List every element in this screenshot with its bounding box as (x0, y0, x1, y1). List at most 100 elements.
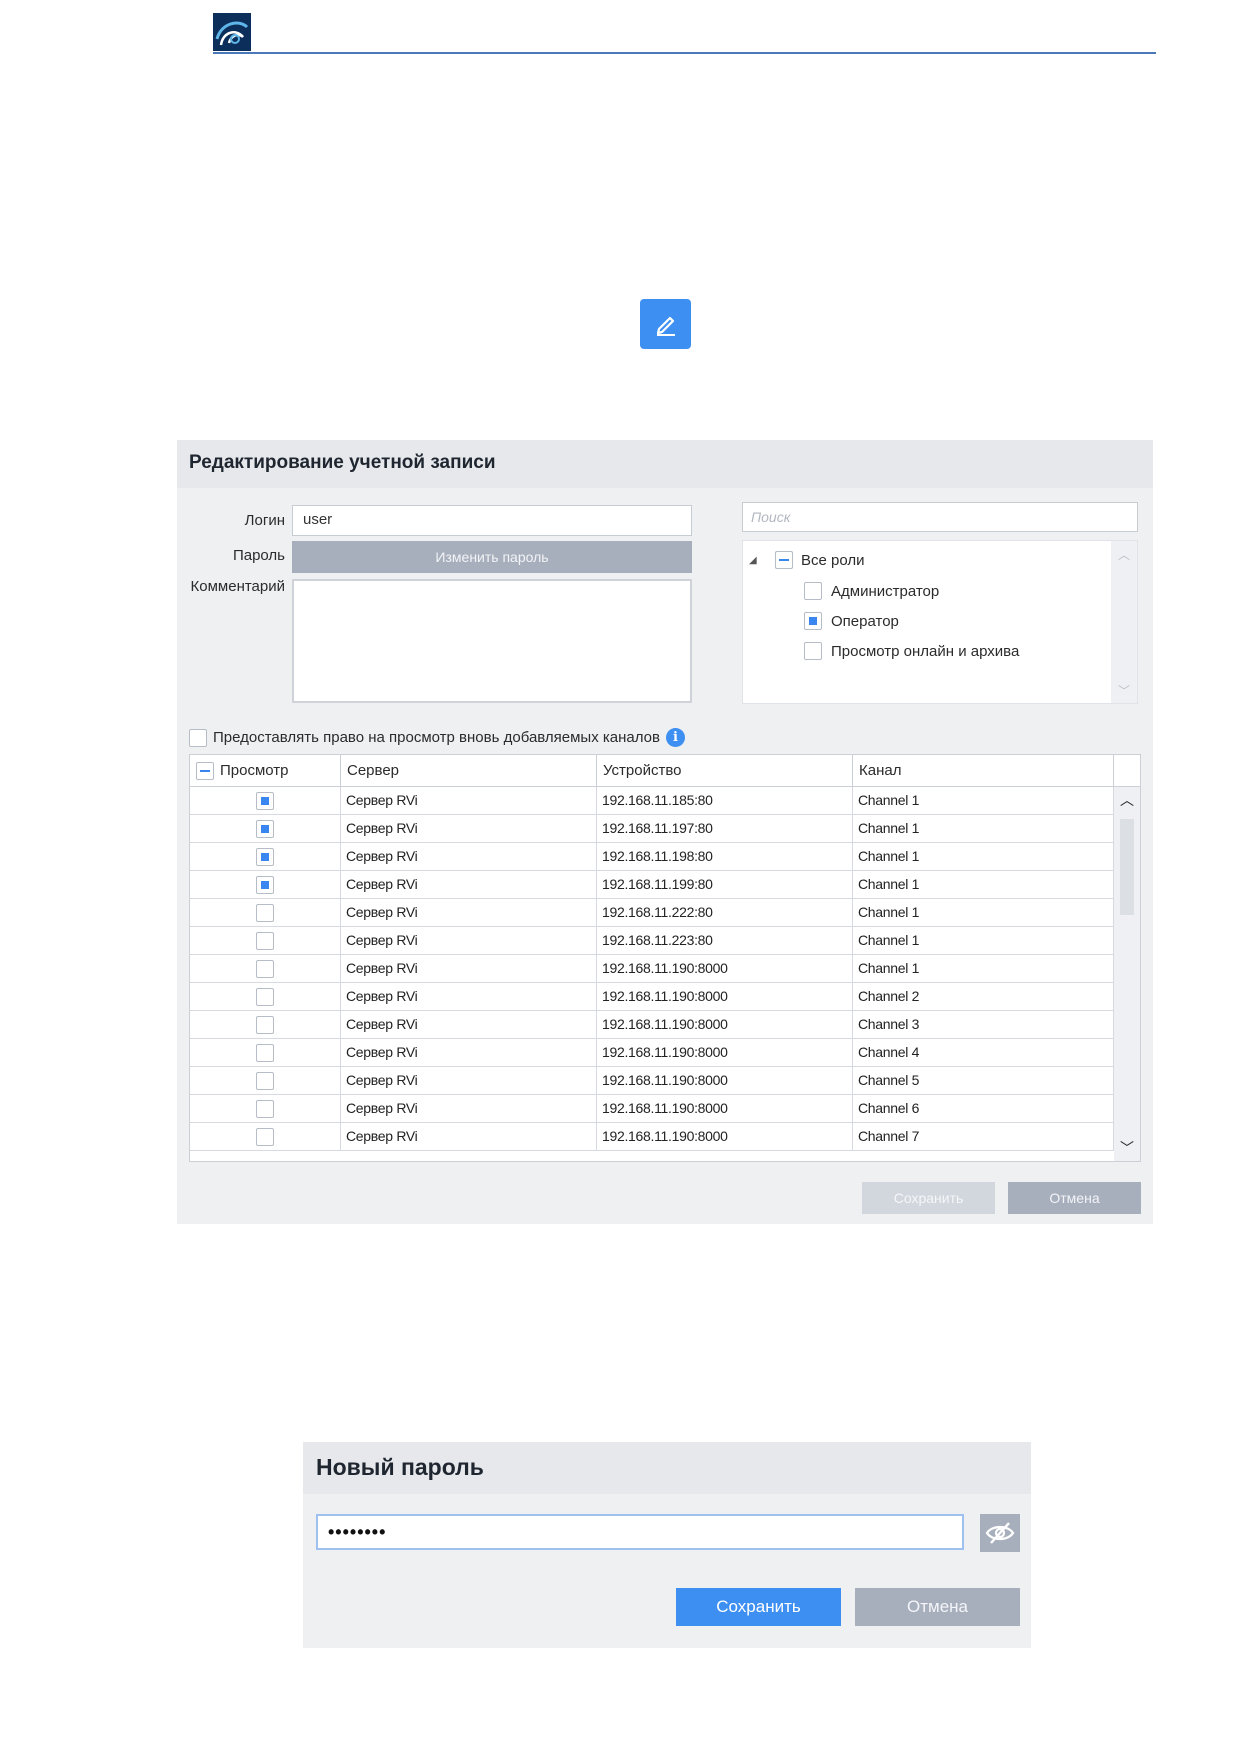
cell-device: 192.168.11.190:8000 (597, 1011, 853, 1038)
cell-channel: Channel 5 (853, 1067, 1114, 1094)
view-checkbox[interactable] (256, 1072, 274, 1090)
role-root[interactable]: ◢ Все роли (749, 549, 865, 571)
view-checkbox[interactable] (256, 848, 274, 866)
table-row[interactable]: Сервер RVi 192.168.11.190:8000 Channel 3 (190, 1011, 1114, 1039)
scroll-down-icon[interactable]: ﹀ (1114, 1137, 1140, 1159)
cell-view (190, 843, 341, 870)
cell-view (190, 1123, 341, 1150)
table-row[interactable]: Сервер RVi 192.168.11.185:80 Channel 1 (190, 787, 1114, 815)
cell-channel: Channel 7 (853, 1123, 1114, 1150)
view-checkbox[interactable] (256, 1100, 274, 1118)
cell-device: 192.168.11.190:8000 (597, 1039, 853, 1066)
view-checkbox[interactable] (256, 904, 274, 922)
column-view[interactable]: Просмотр (190, 755, 341, 787)
edit-account-dialog: Редактирование учетной записи Логин user… (177, 440, 1153, 1224)
table-row[interactable]: Сервер RVi 192.168.11.223:80 Channel 1 (190, 927, 1114, 955)
cell-view (190, 815, 341, 842)
dialog-header: Редактирование учетной записи (177, 440, 1153, 488)
role-root-checkbox[interactable] (775, 551, 793, 569)
role-search-input[interactable]: Поиск (742, 502, 1138, 532)
toggle-visibility-button[interactable] (980, 1514, 1020, 1552)
cell-view (190, 1067, 341, 1094)
pencil-icon (656, 316, 675, 336)
cell-server: Сервер RVi (341, 955, 597, 982)
column-server[interactable]: Сервер (341, 755, 597, 787)
role-item-administrator[interactable]: Администратор (804, 580, 939, 602)
scroll-down-icon[interactable]: ﹀ (1111, 677, 1137, 703)
grant-new-channels[interactable]: Предоставлять право на просмотр вновь до… (189, 728, 685, 747)
roles-tree: ◢ Все роли Администратор Оператор Просмо… (742, 540, 1138, 704)
cell-server: Сервер RVi (341, 1011, 597, 1038)
table-row[interactable]: Сервер RVi 192.168.11.190:8000 Channel 7 (190, 1123, 1114, 1151)
column-channel[interactable]: Канал (853, 755, 1114, 787)
table-scrollbar[interactable]: ︿ ﹀ (1114, 787, 1140, 1161)
channels-table: Просмотр Сервер Устройство Канал Сервер … (189, 754, 1141, 1162)
cell-channel: Channel 1 (853, 815, 1114, 842)
cell-view (190, 1095, 341, 1122)
table-row[interactable]: Сервер RVi 192.168.11.190:8000 Channel 6 (190, 1095, 1114, 1123)
table-row[interactable]: Сервер RVi 192.168.11.190:8000 Channel 5 (190, 1067, 1114, 1095)
view-checkbox[interactable] (256, 820, 274, 838)
cell-channel: Channel 6 (853, 1095, 1114, 1122)
cell-device: 192.168.11.190:8000 (597, 1067, 853, 1094)
view-checkbox[interactable] (256, 1044, 274, 1062)
table-row[interactable]: Сервер RVi 192.168.11.190:8000 Channel 1 (190, 955, 1114, 983)
view-checkbox[interactable] (256, 932, 274, 950)
change-password-button[interactable]: Изменить пароль (292, 541, 692, 573)
table-row[interactable]: Сервер RVi 192.168.11.199:80 Channel 1 (190, 871, 1114, 899)
table-row[interactable]: Сервер RVi 192.168.11.190:8000 Channel 4 (190, 1039, 1114, 1067)
cell-server: Сервер RVi (341, 1067, 597, 1094)
cell-device: 192.168.11.199:80 (597, 871, 853, 898)
select-all-checkbox[interactable] (196, 762, 214, 780)
cell-view (190, 787, 341, 814)
view-checkbox[interactable] (256, 960, 274, 978)
cell-device: 192.168.11.223:80 (597, 927, 853, 954)
cell-device: 192.168.11.185:80 (597, 787, 853, 814)
column-device[interactable]: Устройство (597, 755, 853, 787)
edit-button[interactable] (640, 299, 691, 349)
cell-device: 192.168.11.222:80 (597, 899, 853, 926)
scroll-up-icon[interactable]: ︿ (1114, 789, 1140, 811)
login-field[interactable]: user (292, 505, 692, 536)
logo-icon (213, 13, 251, 51)
collapse-arrow-icon[interactable]: ◢ (749, 555, 763, 566)
cell-device: 192.168.11.190:8000 (597, 1095, 853, 1122)
table-row[interactable]: Сервер RVi 192.168.11.198:80 Channel 1 (190, 843, 1114, 871)
comment-label: Комментарий (190, 578, 285, 595)
view-checkbox[interactable] (256, 792, 274, 810)
cell-server: Сервер RVi (341, 1039, 597, 1066)
scroll-up-icon[interactable]: ︿ (1111, 541, 1137, 567)
table-row[interactable]: Сервер RVi 192.168.11.222:80 Channel 1 (190, 899, 1114, 927)
cancel-button[interactable]: Отмена (1008, 1182, 1141, 1214)
header-divider (213, 52, 1156, 54)
cell-channel: Channel 1 (853, 955, 1114, 982)
cell-channel: Channel 1 (853, 927, 1114, 954)
view-checkbox[interactable] (256, 1016, 274, 1034)
cell-view (190, 955, 341, 982)
save-button[interactable]: Сохранить (862, 1182, 995, 1214)
cell-channel: Channel 1 (853, 787, 1114, 814)
comment-field[interactable] (292, 579, 692, 703)
roles-scrollbar[interactable]: ︿ ﹀ (1111, 541, 1137, 703)
role-item-viewer[interactable]: Просмотр онлайн и архива (804, 640, 1019, 662)
table-row[interactable]: Сервер RVi 192.168.11.190:8000 Channel 2 (190, 983, 1114, 1011)
role-checkbox[interactable] (804, 612, 822, 630)
view-checkbox[interactable] (256, 876, 274, 894)
scroll-thumb[interactable] (1120, 819, 1134, 915)
grant-checkbox[interactable] (189, 728, 207, 747)
role-checkbox[interactable] (804, 642, 822, 660)
table-row[interactable]: Сервер RVi 192.168.11.197:80 Channel 1 (190, 815, 1114, 843)
role-checkbox[interactable] (804, 582, 822, 600)
cell-view (190, 1039, 341, 1066)
cell-device: 192.168.11.198:80 (597, 843, 853, 870)
view-checkbox[interactable] (256, 1128, 274, 1146)
view-checkbox[interactable] (256, 988, 274, 1006)
save-button[interactable]: Сохранить (676, 1588, 841, 1626)
table-header: Просмотр Сервер Устройство Канал (190, 755, 1140, 787)
eye-hidden-icon (985, 1522, 1015, 1544)
role-item-operator[interactable]: Оператор (804, 610, 899, 632)
info-icon[interactable]: i (665, 728, 685, 747)
new-password-input[interactable]: •••••••• (316, 1514, 964, 1550)
cancel-button[interactable]: Отмена (855, 1588, 1020, 1626)
cell-server: Сервер RVi (341, 787, 597, 814)
